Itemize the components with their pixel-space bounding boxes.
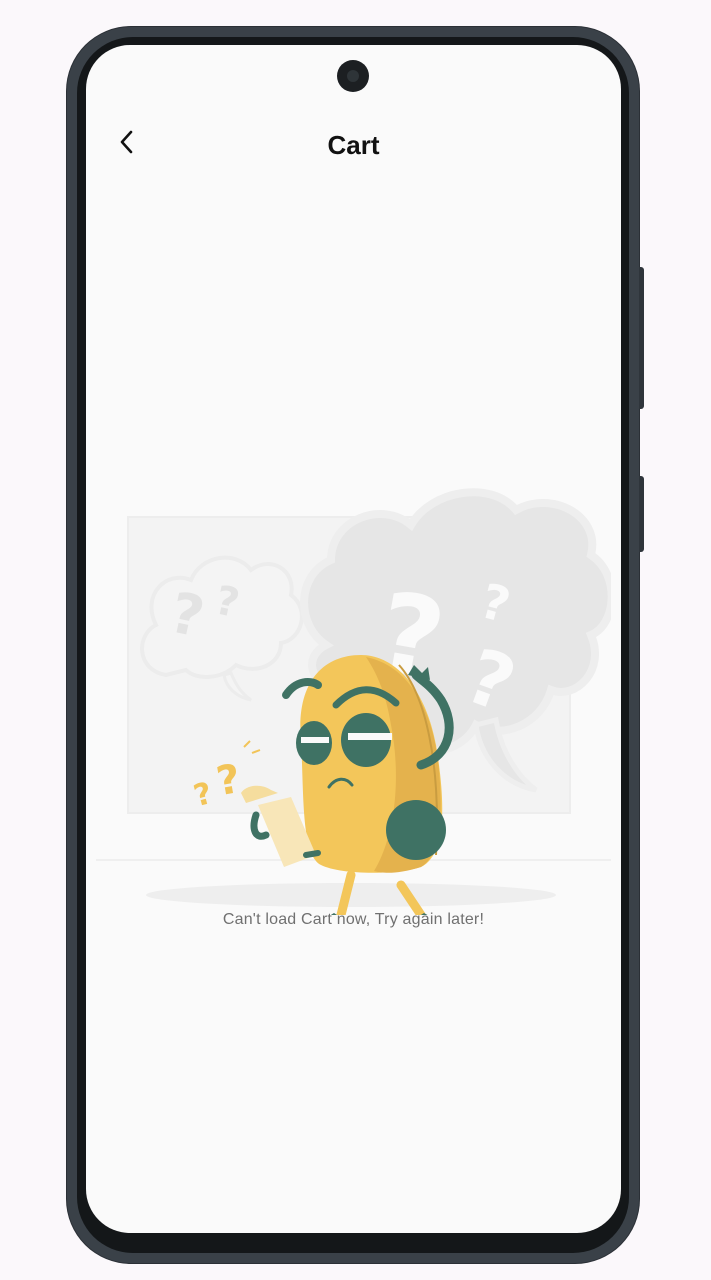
power-button xyxy=(639,267,644,409)
front-camera xyxy=(337,60,369,92)
page-title: Cart xyxy=(327,130,380,160)
confused-character-illustration: ? ? ? ? ? ? ? xyxy=(96,488,611,915)
empty-state-message: Can't load Cart now, Try again later! xyxy=(222,911,485,928)
volume-button xyxy=(639,476,644,552)
app-screen: Cart ? ? ? ? ? ? ? Can't load Cart now, … xyxy=(86,45,621,1233)
